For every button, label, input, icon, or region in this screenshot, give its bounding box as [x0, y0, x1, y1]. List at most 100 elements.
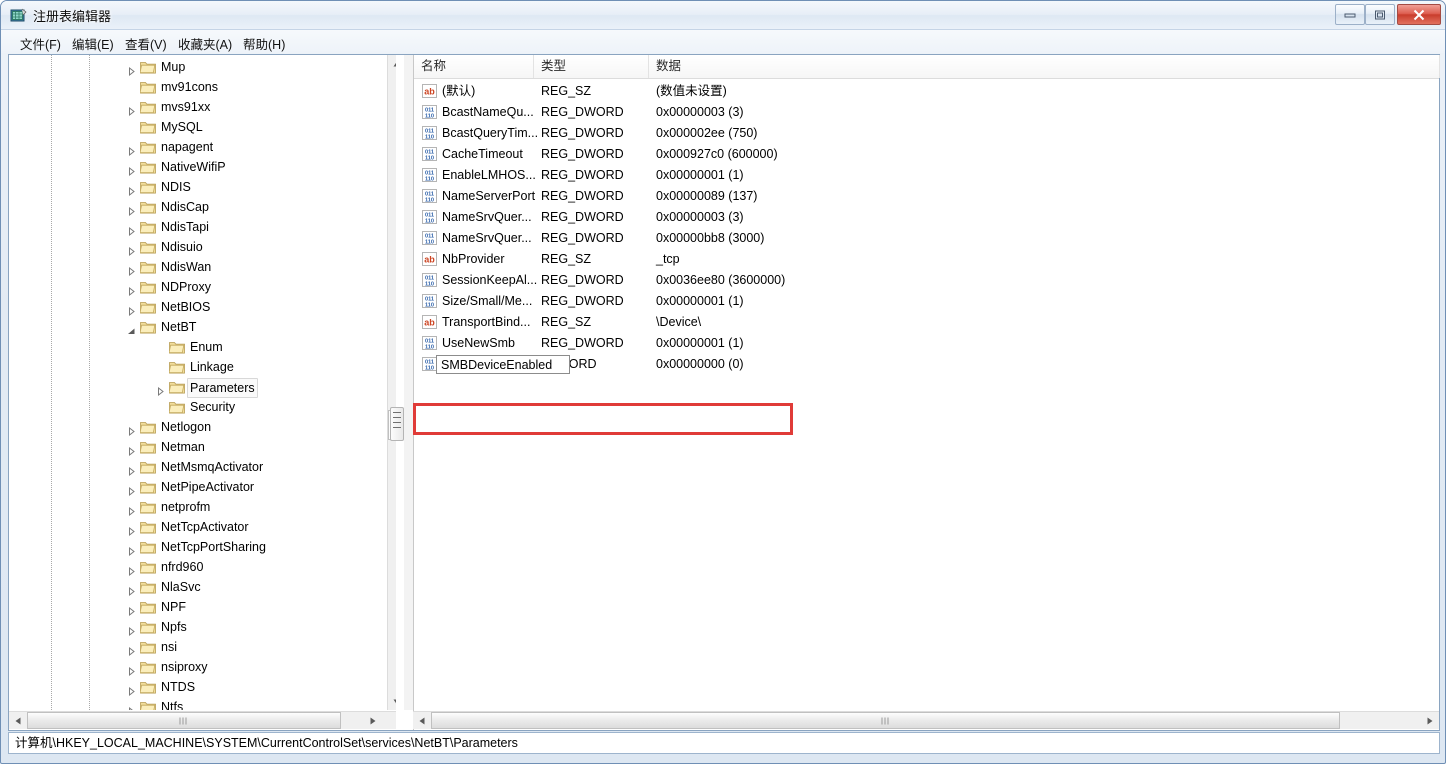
- tree-item-ndiswan[interactable]: NdisWan: [9, 257, 379, 277]
- tree-item-mvs91xx[interactable]: mvs91xx: [9, 97, 379, 117]
- tree-item-label[interactable]: Netman: [158, 438, 208, 456]
- title-bar[interactable]: 注册表编辑器: [1, 1, 1445, 30]
- scroll-left-icon[interactable]: [9, 712, 26, 729]
- tree-item-label[interactable]: NetBT: [158, 318, 199, 336]
- column-header-1[interactable]: 名称: [414, 55, 534, 78]
- tree-item-label[interactable]: Npfs: [158, 618, 190, 636]
- chevron-right-icon[interactable]: [127, 463, 136, 477]
- tree-item-netlogon[interactable]: Netlogon: [9, 417, 379, 437]
- menu-item-1[interactable]: 文件(F): [15, 33, 66, 52]
- value-row[interactable]: ab NbProvider REG_SZ _tcp: [414, 249, 1440, 270]
- menu-item-4[interactable]: 收藏夹(A): [173, 33, 237, 52]
- splitter-grip[interactable]: [390, 407, 404, 441]
- tree-item-label[interactable]: NetPipeActivator: [158, 478, 257, 496]
- tree-item-label[interactable]: Ntfs: [158, 698, 186, 710]
- tree-item-label[interactable]: NDProxy: [158, 278, 214, 296]
- tree-item-ndiscap[interactable]: NdisCap: [9, 197, 379, 217]
- value-row[interactable]: 011 110 EnableLMHOS... REG_DWORD 0x00000001 …: [414, 165, 1440, 186]
- pane-splitter[interactable]: [404, 55, 413, 710]
- menu-item-2[interactable]: 编辑(E): [67, 33, 119, 52]
- chevron-right-icon[interactable]: [127, 563, 136, 577]
- tree-item-nativewifip[interactable]: NativeWifiP: [9, 157, 379, 177]
- tree-hscroll-thumb[interactable]: [27, 712, 341, 729]
- tree-item-label[interactable]: Enum: [187, 338, 226, 356]
- chevron-right-icon[interactable]: [127, 523, 136, 537]
- chevron-right-icon[interactable]: [127, 203, 136, 217]
- chevron-right-icon[interactable]: [127, 583, 136, 597]
- tree-item-label[interactable]: netprofm: [158, 498, 213, 516]
- value-row[interactable]: 011 110 SessionKeepAl... REG_DWORD 0x0036ee8…: [414, 270, 1440, 291]
- value-row[interactable]: 011 110 CacheTimeout REG_DWORD 0x000927c0 (6…: [414, 144, 1440, 165]
- scroll-right-icon[interactable]: [364, 712, 381, 729]
- chevron-down-icon[interactable]: [127, 323, 136, 334]
- tree-item-mv91cons[interactable]: mv91cons: [9, 77, 379, 97]
- tree-item-netmsmqactivator[interactable]: NetMsmqActivator: [9, 457, 379, 477]
- list-column-headers[interactable]: 名称 类型 数据: [414, 55, 1440, 79]
- tree-item-nettcpactivator[interactable]: NetTcpActivator: [9, 517, 379, 537]
- chevron-right-icon[interactable]: [127, 423, 136, 437]
- chevron-right-icon[interactable]: [156, 383, 165, 397]
- value-row[interactable]: 011 110 BcastNameQu... REG_DWORD 0x00000003 …: [414, 102, 1440, 123]
- tree-item-napagent[interactable]: napagent: [9, 137, 379, 157]
- tree-item-label[interactable]: NetTcpPortSharing: [158, 538, 269, 556]
- value-row[interactable]: 011 110 NameSrvQuer... REG_DWORD 0x00000003 …: [414, 207, 1440, 228]
- column-header-3[interactable]: 数据: [649, 55, 1440, 78]
- chevron-right-icon[interactable]: [127, 683, 136, 697]
- tree-item-ndisuio[interactable]: Ndisuio: [9, 237, 379, 257]
- registry-tree[interactable]: Mup mv91cons mvs91xx MySQL napagent NativeWif…: [9, 55, 379, 710]
- chevron-right-icon[interactable]: [127, 623, 136, 637]
- chevron-right-icon[interactable]: [127, 243, 136, 257]
- chevron-right-icon[interactable]: [127, 163, 136, 177]
- tree-item-npf[interactable]: NPF: [9, 597, 379, 617]
- tree-horizontal-scrollbar[interactable]: [9, 711, 396, 729]
- chevron-right-icon[interactable]: [127, 283, 136, 297]
- tree-item-label[interactable]: Parameters: [187, 378, 258, 398]
- tree-item-nsi[interactable]: nsi: [9, 637, 379, 657]
- tree-item-nfrd960[interactable]: nfrd960: [9, 557, 379, 577]
- menu-item-3[interactable]: 查看(V): [120, 33, 172, 52]
- tree-item-label[interactable]: Mup: [158, 58, 188, 76]
- tree-item-label[interactable]: mv91cons: [158, 78, 221, 96]
- chevron-right-icon[interactable]: [127, 543, 136, 557]
- list-horizontal-scrollbar[interactable]: [413, 711, 1439, 729]
- tree-item-enum[interactable]: Enum: [9, 337, 379, 357]
- chevron-right-icon[interactable]: [127, 503, 136, 517]
- tree-item-label[interactable]: NdisCap: [158, 198, 212, 216]
- tree-item-linkage[interactable]: Linkage: [9, 357, 379, 377]
- chevron-right-icon[interactable]: [127, 183, 136, 197]
- value-row[interactable]: 011 110 NameServerPort REG_DWORD 0x00000089 …: [414, 186, 1440, 207]
- value-row[interactable]: ab TransportBind... REG_SZ \Device\: [414, 312, 1440, 333]
- tree-item-label[interactable]: Netlogon: [158, 418, 214, 436]
- tree-item-security[interactable]: Security: [9, 397, 379, 417]
- tree-item-mup[interactable]: Mup: [9, 57, 379, 77]
- tree-item-label[interactable]: NdisWan: [158, 258, 214, 276]
- maximize-button[interactable]: [1365, 4, 1395, 25]
- menu-item-5[interactable]: 帮助(H): [238, 33, 290, 52]
- chevron-right-icon[interactable]: [127, 663, 136, 677]
- value-rename-input[interactable]: SMBDeviceEnabled: [436, 355, 570, 374]
- value-row[interactable]: ab (默认) REG_SZ (数值未设置): [414, 81, 1440, 102]
- tree-item-mysql[interactable]: MySQL: [9, 117, 379, 137]
- value-row[interactable]: 011 110 NameSrvQuer... REG_DWORD 0x00000bb8 …: [414, 228, 1440, 249]
- chevron-right-icon[interactable]: [127, 263, 136, 277]
- tree-vertical-scrollbar[interactable]: [387, 55, 396, 710]
- scroll-up-icon[interactable]: [388, 55, 396, 72]
- scroll-left-icon[interactable]: [413, 712, 430, 729]
- value-row[interactable]: 011 110 BcastQueryTim... REG_DWORD 0x000002e…: [414, 123, 1440, 144]
- tree-item-nlasvc[interactable]: NlaSvc: [9, 577, 379, 597]
- registry-tree-panel[interactable]: Mup mv91cons mvs91xx MySQL napagent NativeWif…: [9, 55, 396, 730]
- scroll-right-icon[interactable]: [1421, 712, 1438, 729]
- chevron-right-icon[interactable]: [127, 103, 136, 117]
- tree-item-label[interactable]: mvs91xx: [158, 98, 213, 116]
- tree-item-netbios[interactable]: NetBIOS: [9, 297, 379, 317]
- tree-item-ndis[interactable]: NDIS: [9, 177, 379, 197]
- tree-item-parameters[interactable]: Parameters: [9, 377, 379, 398]
- tree-item-nsiproxy[interactable]: nsiproxy: [9, 657, 379, 677]
- value-row-editing[interactable]: 011110_DWORD0x00000000 (0)SMBDeviceEnabl…: [414, 354, 1440, 375]
- tree-item-ndproxy[interactable]: NDProxy: [9, 277, 379, 297]
- tree-item-label[interactable]: nfrd960: [158, 558, 206, 576]
- value-row[interactable]: 011 110 UseNewSmb REG_DWORD 0x00000001 (1): [414, 333, 1440, 354]
- registry-values-panel[interactable]: 名称 类型 数据 ab (默认) REG_SZ (数值未设置) 011 110 BcastNam…: [413, 55, 1440, 730]
- tree-item-label[interactable]: nsi: [158, 638, 180, 656]
- tree-item-netman[interactable]: Netman: [9, 437, 379, 457]
